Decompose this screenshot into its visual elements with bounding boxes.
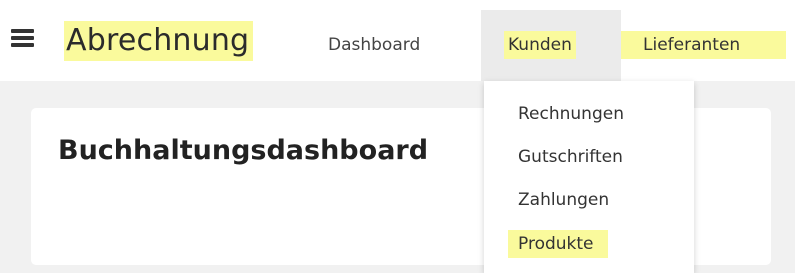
dropdown-item-produkte[interactable]: Produkte (484, 227, 694, 261)
dropdown-item-zahlungen[interactable]: Zahlungen (484, 183, 694, 217)
dropdown-item-label: Gutschriften (518, 147, 623, 167)
nav-item-kunden[interactable]: Kunden (481, 10, 621, 81)
kunden-dropdown-menu: Rechnungen Gutschriften Zahlungen Produk… (484, 81, 694, 273)
nav-item-dashboard[interactable]: Dashboard (318, 10, 430, 81)
nav-item-label: Lieferanten (621, 31, 786, 59)
dropdown-item-label: Produkte (508, 230, 608, 258)
dropdown-item-label: Zahlungen (518, 190, 610, 210)
nav-item-label: Kunden (504, 31, 576, 59)
dropdown-item-gutschriften[interactable]: Gutschriften (484, 140, 694, 174)
dropdown-item-label: Rechnungen (518, 104, 624, 124)
top-navbar: Abrechnung Dashboard Kunden Lieferanten (0, 0, 795, 81)
app-title: Abrechnung (64, 21, 254, 61)
page-title: Buchhaltungsdashboard (58, 135, 429, 166)
nav-item-label: Dashboard (328, 35, 421, 55)
dropdown-item-rechnungen[interactable]: Rechnungen (484, 97, 694, 131)
hamburger-menu-icon[interactable] (11, 28, 34, 49)
nav-item-lieferanten[interactable]: Lieferanten (621, 10, 786, 81)
